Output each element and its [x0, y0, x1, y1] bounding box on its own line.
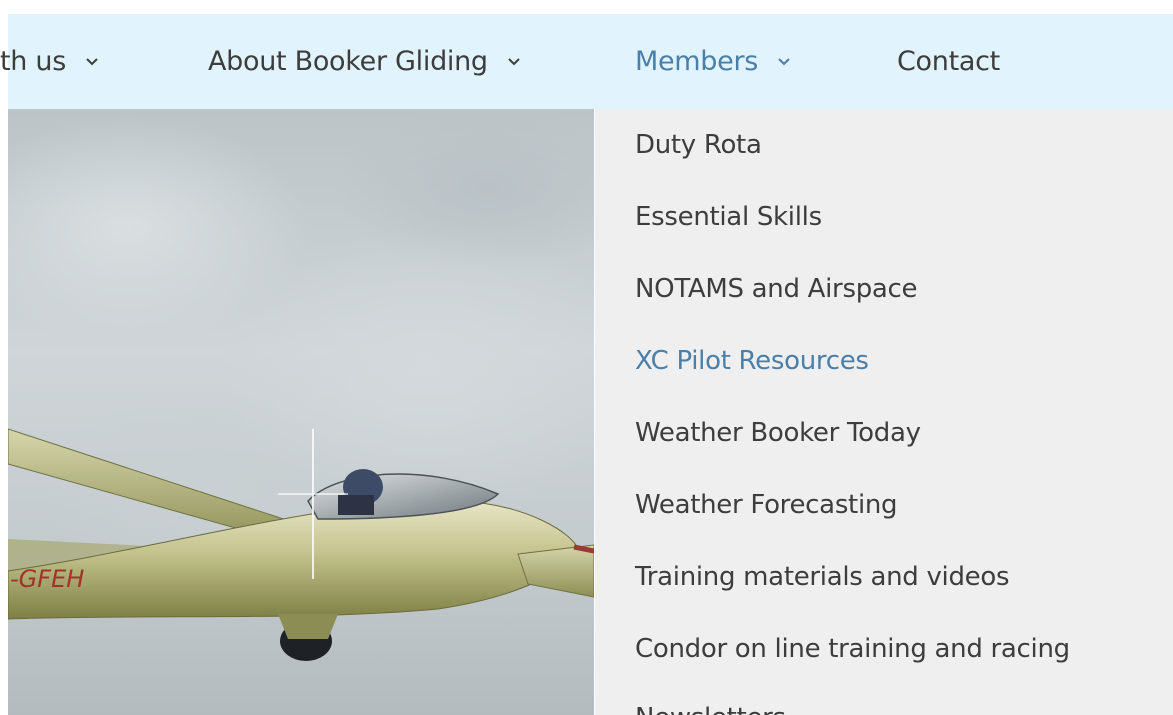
menu-item-weather-forecasting[interactable]: Weather Forecasting [635, 490, 898, 520]
nav-item-label: Members [635, 46, 759, 77]
nav-item-contact[interactable]: Contact [897, 14, 1000, 109]
main-nav: th us About Booker Gliding Members Conta… [0, 14, 1173, 109]
glider-illustration: -GFEH [8, 428, 594, 661]
members-dropdown-menu: Duty Rota Essential Skills NOTAMS and Ai… [595, 109, 1173, 715]
nav-item-label: Contact [897, 46, 1000, 77]
chevron-down-icon [776, 54, 792, 70]
nav-item-label: About Booker Gliding [208, 46, 488, 77]
top-strip [0, 0, 1173, 14]
menu-item-newsletters[interactable]: Newsletters [635, 703, 786, 715]
nav-item-about[interactable]: About Booker Gliding [208, 14, 522, 109]
hero-glider-image: -GFEH [8, 109, 594, 715]
menu-item-weather-booker-today[interactable]: Weather Booker Today [635, 418, 921, 448]
menu-item-essential-skills[interactable]: Essential Skills [635, 202, 822, 232]
menu-item-condor-training[interactable]: Condor on line training and racing [635, 634, 1070, 664]
nav-item-join-us[interactable]: th us [0, 14, 100, 109]
nav-item-label: th us [0, 46, 66, 77]
chevron-down-icon [506, 54, 522, 70]
chevron-down-icon [84, 54, 100, 70]
menu-item-notams-airspace[interactable]: NOTAMS and Airspace [635, 274, 918, 304]
menu-item-training-materials[interactable]: Training materials and videos [635, 562, 1010, 592]
registration-mark: -GFEH [10, 565, 84, 593]
menu-item-xc-pilot-resources[interactable]: XC Pilot Resources [635, 346, 869, 376]
nav-item-members[interactable]: Members [635, 14, 792, 109]
menu-item-duty-rota[interactable]: Duty Rota [635, 130, 762, 160]
